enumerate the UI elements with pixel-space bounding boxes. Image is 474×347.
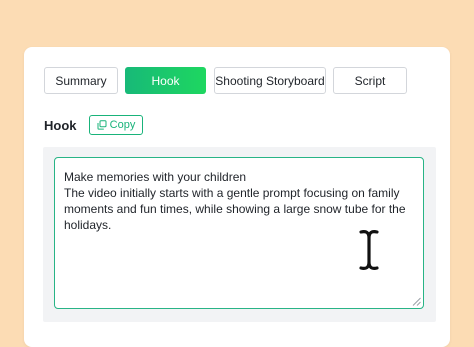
text-cursor-icon (357, 228, 381, 272)
copy-button[interactable]: Copy (89, 115, 143, 135)
tab-script[interactable]: Script (333, 67, 407, 94)
copy-icon (97, 120, 107, 130)
tab-summary[interactable]: Summary (44, 67, 118, 94)
resize-handle-icon[interactable] (412, 297, 421, 306)
copy-button-label: Copy (109, 119, 136, 131)
section-title: Hook (44, 118, 77, 133)
tab-shooting-storyboard[interactable]: Shooting Storyboard (214, 67, 326, 94)
tab-hook[interactable]: Hook (125, 67, 206, 94)
hook-text: Make memories with your children The vid… (64, 170, 406, 232)
